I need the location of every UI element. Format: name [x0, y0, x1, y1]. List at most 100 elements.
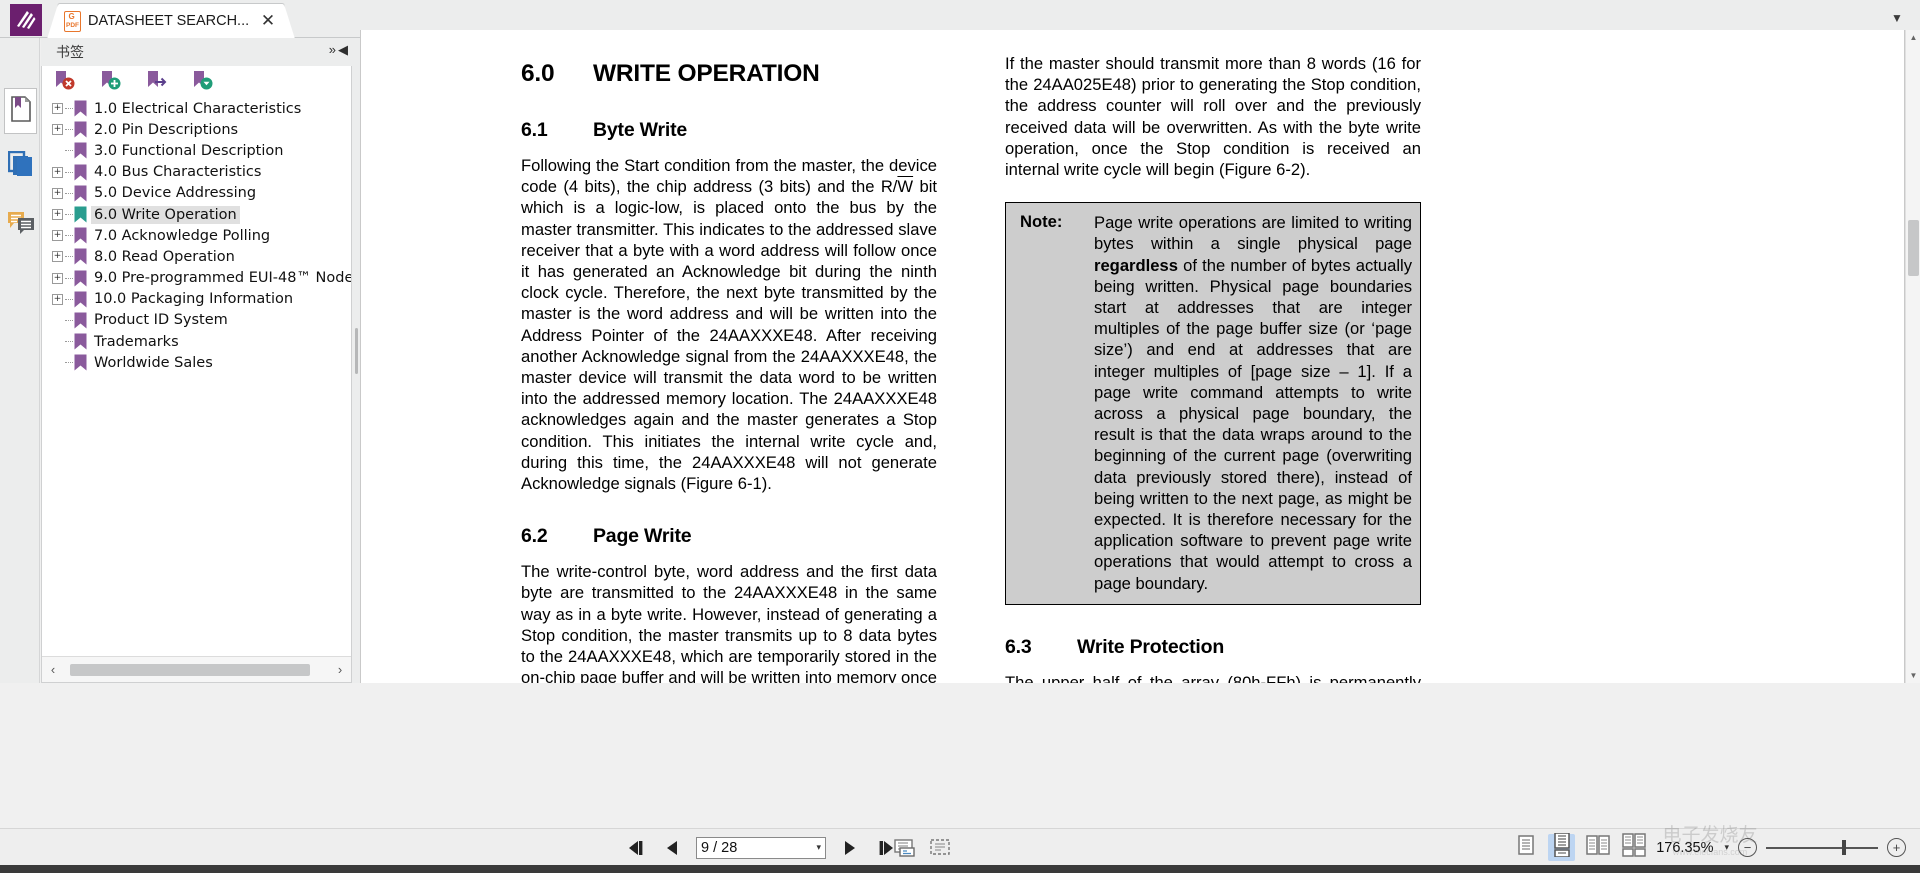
tree-connector: [65, 298, 73, 300]
bookmark-label: Trademarks: [94, 333, 179, 350]
bookmark-label: 4.0 Bus Characteristics: [94, 164, 262, 181]
bookmark-leaf-spacer: [52, 357, 63, 368]
zoom-in-button[interactable]: +: [1887, 838, 1906, 857]
scrollbar-thumb[interactable]: [1908, 220, 1919, 276]
bookmarks-panel-title: 书签: [56, 45, 84, 61]
bookmark-expand-toggle[interactable]: +: [52, 293, 63, 305]
bookmark-expand-toggle[interactable]: +: [52, 124, 63, 136]
tree-connector: [65, 341, 73, 343]
bookmark-flag-icon: [74, 206, 87, 223]
zoom-level-value: 176.35%: [1656, 839, 1714, 856]
bookmark-item-6[interactable]: +6.0 Write Operation: [48, 204, 351, 225]
paragraph-page-write: The write-control byte, word address and…: [521, 562, 937, 683]
scroll-down-icon[interactable]: ▼: [1906, 668, 1920, 683]
bookmark-expand-toggle[interactable]: +: [52, 251, 63, 263]
bookmark-item-3[interactable]: 3.0 Functional Description: [48, 140, 351, 161]
bookmark-expand-toggle[interactable]: +: [52, 272, 63, 284]
select-area-icon[interactable]: [928, 835, 954, 861]
paragraph-write-protection: The upper half of the array (80h-FFh) is…: [1005, 672, 1421, 683]
double-chevron-right-icon[interactable]: »: [329, 43, 336, 56]
subsection-heading-6-3: 6.3 Write Protection: [1005, 636, 1421, 659]
tree-connector: [65, 214, 73, 216]
bookmark-item-4[interactable]: +4.0 Bus Characteristics: [48, 162, 351, 183]
subsection-heading-6-2: 6.2 Page Write: [521, 525, 937, 548]
bottom-toolbar: 9 / 28 ▾ 176.35% ▾ − + 电子发烧友 www.elecfan…: [0, 824, 1920, 866]
bookmark-flag-icon: [74, 121, 87, 138]
previous-page-icon[interactable]: [660, 835, 686, 861]
bookmark-item-8[interactable]: +8.0 Read Operation: [48, 246, 351, 267]
bookmark-delete-icon[interactable]: [54, 70, 76, 92]
zoom-slider[interactable]: [1766, 839, 1878, 855]
bookmark-options-icon[interactable]: [192, 70, 214, 92]
first-page-icon[interactable]: [624, 835, 650, 861]
document-viewport[interactable]: 6.0 WRITE OPERATION 6.1 Byte Write Follo…: [360, 30, 1905, 683]
snapshot-icon[interactable]: [892, 835, 918, 861]
scrollbar-thumb[interactable]: [70, 663, 310, 676]
bookmark-label: Worldwide Sales: [94, 354, 213, 371]
section-number: 6.0: [521, 60, 555, 87]
scroll-right-icon[interactable]: ›: [329, 658, 351, 682]
bookmark-expand-toggle[interactable]: +: [52, 187, 63, 199]
note-label: Note:: [1020, 212, 1063, 232]
bookmark-expand-toggle[interactable]: +: [52, 166, 63, 178]
subsection-number: 6.2: [521, 525, 548, 548]
single-page-mode-button[interactable]: [1512, 834, 1539, 861]
splitter-grip[interactable]: [355, 328, 358, 374]
comments-panel-button[interactable]: [4, 201, 37, 247]
bookmark-item-12[interactable]: Trademarks: [48, 331, 351, 352]
status-bar: [0, 865, 1920, 873]
bookmark-leaf-spacer: [52, 145, 63, 156]
tree-connector: [65, 319, 73, 321]
bookmark-expand-toggle[interactable]: +: [52, 230, 63, 242]
chevron-down-icon[interactable]: ▼: [1888, 9, 1906, 27]
scroll-up-icon[interactable]: ▲: [1906, 30, 1920, 45]
subsection-number: 6.1: [521, 119, 548, 141]
close-icon[interactable]: ✕: [258, 11, 278, 31]
chevron-down-icon[interactable]: ▾: [1724, 842, 1729, 853]
bookmarks-panel-button[interactable]: [4, 88, 37, 134]
two-page-cover-mode-button[interactable]: [1620, 833, 1647, 861]
bookmark-label: 5.0 Device Addressing: [94, 185, 257, 202]
bookmark-label: 2.0 Pin Descriptions: [94, 121, 239, 138]
page-navigation-group: 9 / 28 ▾: [624, 829, 898, 866]
continuous-scroll-mode-button[interactable]: [1548, 832, 1576, 861]
next-page-icon[interactable]: [836, 835, 862, 861]
page-number-input[interactable]: 9 / 28 ▾: [696, 836, 826, 859]
tree-connector: [65, 362, 73, 364]
bookmark-flag-icon: [74, 270, 87, 287]
scroll-left-icon[interactable]: ‹: [42, 658, 64, 682]
comment-icon: [7, 210, 35, 239]
bookmark-item-5[interactable]: +5.0 Device Addressing: [48, 183, 351, 204]
scrollbar-track[interactable]: [64, 663, 329, 676]
panel-splitter[interactable]: [352, 38, 360, 683]
document-vertical-scrollbar[interactable]: ▲ ▼: [1905, 30, 1920, 683]
chevron-down-icon[interactable]: ▾: [816, 842, 821, 853]
zoom-slider-thumb[interactable]: [1842, 839, 1846, 855]
bookmark-expand-toggle[interactable]: +: [52, 103, 63, 115]
zoom-out-button[interactable]: −: [1738, 838, 1757, 857]
bookmark-item-7[interactable]: +7.0 Acknowledge Polling: [48, 225, 351, 246]
collapse-panel-button[interactable]: » ◀: [329, 43, 348, 56]
chevron-left-icon[interactable]: ◀: [338, 43, 348, 56]
bookmark-flag-icon: [74, 142, 87, 159]
single-page-icon: [1516, 834, 1536, 861]
document-tab[interactable]: G PDF DATASHEET SEARCH... ✕: [47, 3, 295, 39]
two-page-icon: [1585, 834, 1610, 861]
bookmark-expand-toggle[interactable]: +: [52, 209, 63, 221]
two-page-mode-button[interactable]: [1584, 834, 1611, 861]
bookmark-item-9[interactable]: +9.0 Pre-programmed EUI-48™ Node Ad: [48, 268, 351, 289]
bookmark-item-2[interactable]: +2.0 Pin Descriptions: [48, 119, 351, 140]
bookmark-item-10[interactable]: +10.0 Packaging Information: [48, 289, 351, 310]
paragraph-byte-write: Following the Start condition from the m…: [521, 155, 937, 494]
bookmark-add-icon[interactable]: [100, 70, 122, 92]
bookmarks-horizontal-scrollbar[interactable]: ‹ ›: [42, 656, 351, 682]
bookmark-item-1[interactable]: +1.0 Electrical Characteristics: [48, 98, 351, 119]
thumbnails-panel-button[interactable]: [4, 143, 37, 189]
tree-connector: [65, 277, 73, 279]
tree-connector: [65, 171, 73, 173]
bookmark-item-11[interactable]: Product ID System: [48, 310, 351, 331]
bookmark-goto-icon[interactable]: [146, 70, 168, 92]
tree-connector: [65, 150, 73, 152]
page-tools-group: [892, 829, 954, 866]
bookmark-item-13[interactable]: Worldwide Sales: [48, 352, 351, 373]
